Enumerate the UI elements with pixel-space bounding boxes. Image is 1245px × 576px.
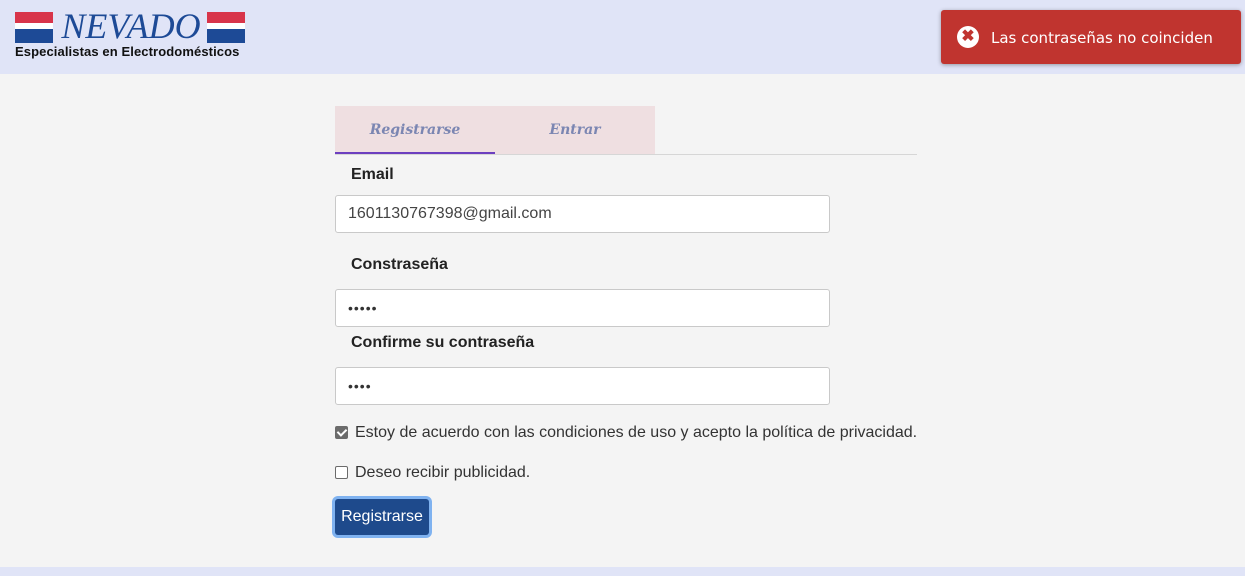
register-button[interactable]: Registrarse <box>335 499 429 535</box>
confirm-password-field[interactable]: •••• <box>335 367 830 405</box>
email-label: Email <box>351 166 394 183</box>
confirm-password-label: Confirme su contraseña <box>351 334 535 351</box>
flag-icon <box>207 12 245 43</box>
password-field[interactable]: ••••• <box>335 289 830 327</box>
ads-checkbox[interactable] <box>335 466 348 479</box>
ads-label[interactable]: Deseo recibir publicidad. <box>355 464 530 482</box>
terms-label[interactable]: Estoy de acuerdo con las condiciones de … <box>355 424 917 442</box>
logo-tagline: Especialistas en Electrodomésticos <box>15 44 240 59</box>
toast-message: Las contraseñas no coinciden <box>991 29 1213 47</box>
footer-strip <box>0 567 1245 576</box>
nevado-logo[interactable]: NEVADO Especialistas en Electrodoméstico… <box>15 6 245 62</box>
email-field[interactable]: 1601130767398@gmail.com <box>335 195 830 233</box>
password-label: Constraseña <box>351 256 448 273</box>
error-toast[interactable]: ✖ Las contraseñas no coinciden <box>941 10 1241 64</box>
flag-icon <box>15 12 53 43</box>
tab-registrarse[interactable]: Registrarse <box>335 106 495 154</box>
terms-checkbox[interactable] <box>335 426 348 439</box>
tabs-divider <box>335 154 917 155</box>
logo-brand: NEVADO <box>61 6 201 46</box>
tab-entrar[interactable]: Entrar <box>495 106 655 154</box>
auth-tabs: Registrarse Entrar <box>335 106 655 154</box>
close-circle-icon: ✖ <box>957 26 979 48</box>
